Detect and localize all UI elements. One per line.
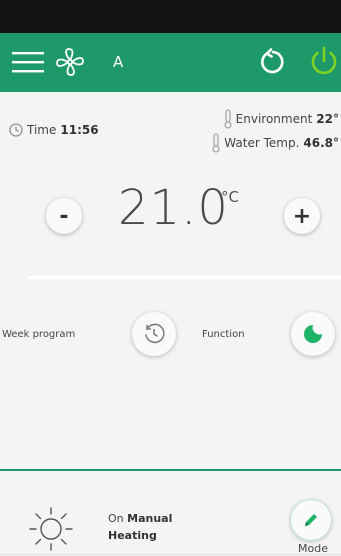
mode-button[interactable]	[290, 499, 332, 541]
mode-letter: A	[113, 53, 124, 71]
divider	[28, 276, 341, 279]
operating-state: On Manual Heating	[108, 510, 172, 544]
function-button[interactable]	[291, 312, 335, 356]
water-value: 46.8°	[303, 136, 339, 150]
state-line-2: Heating	[108, 527, 172, 544]
increase-button[interactable]: +	[284, 198, 320, 234]
environment-value: 22°	[316, 112, 339, 126]
setpoint-value: 21.0	[118, 180, 229, 236]
thermometer-icon	[211, 133, 221, 153]
sun-icon	[28, 506, 74, 552]
fan-icon[interactable]	[54, 46, 86, 78]
refresh-icon[interactable]	[256, 45, 290, 79]
environment-label: Environment	[235, 112, 313, 126]
clock-icon	[9, 123, 23, 137]
power-icon[interactable]	[306, 44, 341, 80]
week-program-label: Week program	[2, 329, 76, 340]
menu-icon[interactable]	[12, 46, 44, 78]
time-label: Time	[27, 123, 57, 137]
moon-icon	[302, 323, 324, 345]
water-temp: Water Temp. 46.8°	[211, 133, 339, 153]
decrease-button[interactable]: -	[46, 198, 82, 234]
environment-temp: Environment 22°	[223, 109, 339, 129]
status-bar	[0, 0, 341, 33]
main-panel: Time 11:56 Environment 22° Water Temp. 4…	[0, 92, 341, 469]
time-value: 11:56	[60, 123, 99, 137]
state-mode: Manual	[127, 512, 173, 525]
state-function: Heating	[108, 529, 157, 542]
app-bar: A	[0, 33, 341, 92]
week-program-button[interactable]	[132, 312, 176, 356]
footer-panel: On Manual Heating Mode	[0, 471, 341, 555]
mode-button-label: Mode	[298, 542, 328, 555]
week-clock-icon	[142, 322, 166, 346]
state-prefix: On	[108, 512, 124, 525]
time-display: Time 11:56	[9, 123, 99, 137]
function-label: Function	[202, 329, 245, 340]
state-line-1: On Manual	[108, 510, 172, 527]
thermometer-icon	[223, 109, 233, 129]
setpoint-unit: °C	[221, 188, 239, 206]
pencil-icon	[302, 511, 320, 529]
water-label: Water Temp.	[224, 136, 300, 150]
